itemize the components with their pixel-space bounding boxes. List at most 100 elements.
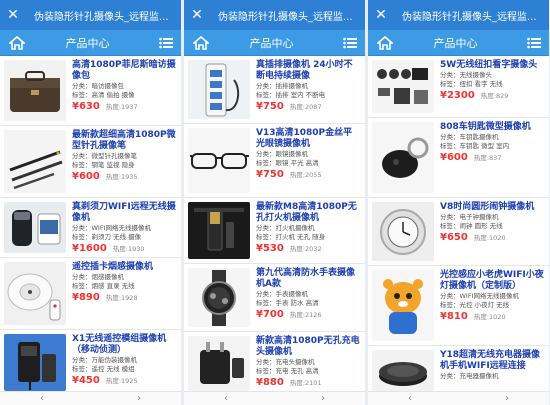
- list-item[interactable]: 最新款M8高清1080P无孔打火机摄像机 分类：打火机摄像机 标签：打火机 无孔…: [184, 198, 365, 264]
- close-icon[interactable]: ✕: [372, 7, 390, 23]
- product-image[interactable]: [188, 268, 250, 327]
- product-image[interactable]: [372, 350, 434, 391]
- product-image[interactable]: [4, 202, 66, 253]
- product-name[interactable]: 808车钥匙微型摄像机: [440, 122, 545, 133]
- menu-icon[interactable]: [341, 32, 359, 54]
- product-name[interactable]: Y18超清无线充电器摄像机手机WIFI远程连接: [440, 350, 545, 372]
- product-category: 分类：WIFI网络无线摄像机: [440, 292, 519, 300]
- menu-icon[interactable]: [525, 32, 543, 54]
- product-price: ¥530: [256, 243, 284, 254]
- list-item[interactable]: 第九代高清防水手表摄像机A款 分类：手表摄像机 标签：手表 防水 高清 ¥700…: [184, 264, 365, 332]
- product-price: ¥450: [72, 375, 100, 386]
- product-name[interactable]: V8时尚圆形闹钟摄像机: [440, 202, 545, 213]
- list-item[interactable]: Y18超清无线充电器摄像机手机WIFI远程连接 分类：充电器摄像机: [368, 346, 549, 396]
- product-image[interactable]: [188, 202, 250, 259]
- list-item[interactable]: X1无线遥控模组摄像机（移动侦测） 分类：万能伪装摄像机 标签：遥控 无线 模组…: [0, 330, 181, 396]
- product-name[interactable]: V13高清1080P金丝平光眼镜摄像机: [256, 128, 361, 150]
- product-category: 分类：充电器摄像机: [440, 372, 499, 380]
- list-item[interactable]: 新款高清1080P无孔充电头摄像机 分类：充电头摄像机 标签：充电 无孔 高清 …: [184, 332, 365, 396]
- browser-titlebar: ✕ 伪装隐形针孔摄像头_远程监...: [368, 0, 549, 30]
- product-tags: 标签：闹钟 圆形 无线: [440, 222, 503, 230]
- menu-icon[interactable]: [157, 32, 175, 54]
- product-tags: 标签：纽扣 看字 无线: [440, 80, 503, 88]
- product-image[interactable]: [188, 336, 250, 391]
- product-price: ¥890: [72, 292, 100, 303]
- product-image[interactable]: [188, 128, 250, 193]
- forward-icon[interactable]: ›: [505, 393, 509, 404]
- window-title: 伪装隐形针孔摄像头_远程监...: [402, 11, 537, 23]
- product-name[interactable]: 第九代高清防水手表摄像机A款: [256, 268, 361, 290]
- list-item[interactable]: 5W无线纽扣看字摄像头 分类：无线摄像头 标签：纽扣 看字 无线 ¥2300 热度…: [368, 56, 549, 118]
- product-image[interactable]: [4, 262, 66, 325]
- product-price: ¥600: [440, 152, 468, 163]
- list-item[interactable]: 最新款超细高清1080P微型针孔摄像笔 分类：微型针孔摄像笔 标签：钢笔 监视 …: [0, 126, 181, 198]
- product-list: 高清1080P菲尼斯暗访摄像包 分类：暗访摄像包 标签：高清 偷拍 摄像 ¥63…: [0, 56, 181, 405]
- product-name[interactable]: 最新款M8高清1080P无孔打火机摄像机: [256, 202, 361, 224]
- back-icon[interactable]: ‹: [40, 393, 44, 404]
- list-item[interactable]: 光控感应小老虎WIFI小夜灯摄像机（定制版） 分类：WIFI网络无线摄像机 标签…: [368, 266, 549, 346]
- forward-icon[interactable]: ›: [137, 393, 141, 404]
- product-name[interactable]: 真剃须刀WIFI远程无线摄像机: [72, 202, 177, 224]
- product-hot: 热度:1928: [105, 294, 138, 302]
- product-price: ¥750: [256, 169, 284, 180]
- product-image[interactable]: [4, 130, 66, 193]
- product-list: 5W无线纽扣看字摄像头 分类：无线摄像头 标签：纽扣 看字 无线 ¥2300 热度…: [368, 56, 549, 405]
- product-tags: 标签：高清 偷拍 摄像: [72, 91, 135, 99]
- forward-icon[interactable]: ›: [321, 393, 325, 404]
- product-category: 分类：暗访摄像包: [72, 82, 124, 90]
- product-price: ¥1600: [72, 243, 107, 254]
- list-item[interactable]: 遥控插卡烟感摄像机 分类：烟感摄像机 标签：烟感 直录 无线 ¥890 热度:19…: [0, 258, 181, 330]
- back-icon[interactable]: ‹: [224, 393, 228, 404]
- product-category: 分类：WIFI网络无线摄像机: [72, 224, 151, 232]
- list-item[interactable]: 高清1080P菲尼斯暗访摄像包 分类：暗访摄像包 标签：高清 偷拍 摄像 ¥63…: [0, 56, 181, 126]
- app-header: 产品中心: [184, 30, 365, 56]
- product-category: 分类：打火机摄像机: [256, 224, 315, 232]
- list-item[interactable]: 808车钥匙微型摄像机 分类：车钥匙摄像机 标签：车钥匙 微型 室内 ¥600 热…: [368, 118, 549, 198]
- product-name[interactable]: 真插排摄像机 24小时不断电持续摄像: [256, 60, 361, 82]
- product-name[interactable]: 遥控插卡烟感摄像机: [72, 262, 177, 273]
- product-hot: 热度:2055: [289, 171, 322, 179]
- product-hot: 热度:1925: [105, 377, 138, 385]
- product-category: 分类：万能伪装摄像机: [72, 356, 137, 364]
- browser-titlebar: ✕ 伪装隐形针孔摄像头_远程监...: [184, 0, 365, 30]
- product-price: ¥880: [256, 377, 284, 388]
- list-item[interactable]: V13高清1080P金丝平光眼镜摄像机 分类：眼镜摄像机 标签：眼镜 平光 高清…: [184, 124, 365, 198]
- product-name[interactable]: 最新款超细高清1080P微型针孔摄像笔: [72, 130, 177, 152]
- close-icon[interactable]: ✕: [188, 7, 206, 23]
- product-name[interactable]: 5W无线纽扣看字摄像头: [440, 60, 545, 71]
- product-tags: 标签：剃须刀 无线 摄像: [72, 233, 142, 241]
- product-price: ¥650: [440, 232, 468, 243]
- product-name[interactable]: X1无线遥控模组摄像机（移动侦测）: [72, 334, 177, 356]
- back-icon[interactable]: ‹: [408, 393, 412, 404]
- product-tags: 标签：充电 无孔 高清: [256, 367, 319, 375]
- product-price: ¥600: [72, 171, 100, 182]
- window-title: 伪装隐形针孔摄像头_远程监...: [34, 11, 169, 23]
- page-title: 产品中心: [249, 36, 294, 50]
- browser-nav-bar: ‹ ›: [0, 391, 181, 405]
- product-tags: 标签：插排 室内 不断电: [256, 91, 326, 99]
- list-item[interactable]: 真剃须刀WIFI远程无线摄像机 分类：WIFI网络无线摄像机 标签：剃须刀 无线…: [0, 198, 181, 258]
- list-item[interactable]: 真插排摄像机 24小时不断电持续摄像 分类：插排摄像机 标签：插排 室内 不断电…: [184, 56, 365, 124]
- product-name[interactable]: 光控感应小老虎WIFI小夜灯摄像机（定制版）: [440, 270, 545, 292]
- product-tags: 标签：光控 小夜灯 无线: [440, 301, 510, 309]
- product-price: ¥630: [72, 101, 100, 112]
- product-category: 分类：眼镜摄像机: [256, 150, 308, 158]
- product-image[interactable]: [372, 122, 434, 193]
- product-name[interactable]: 高清1080P菲尼斯暗访摄像包: [72, 60, 177, 82]
- product-hot: 热度:2101: [289, 379, 322, 387]
- list-item[interactable]: V8时尚圆形闹钟摄像机 分类：电子钟摄像机 标签：闹钟 圆形 无线 ¥650 热度…: [368, 198, 549, 266]
- product-image[interactable]: [372, 202, 434, 261]
- product-name[interactable]: 新款高清1080P无孔充电头摄像机: [256, 336, 361, 358]
- app-header: 产品中心: [368, 30, 549, 56]
- product-tags: 标签：车钥匙 微型 室内: [440, 142, 510, 150]
- product-tags: 标签：遥控 无线 模组: [72, 365, 135, 373]
- product-image[interactable]: [372, 270, 434, 341]
- close-icon[interactable]: ✕: [4, 7, 22, 23]
- product-image[interactable]: [188, 60, 250, 119]
- window-title: 伪装隐形针孔摄像头_远程监...: [218, 11, 353, 23]
- product-image[interactable]: [4, 60, 66, 121]
- product-image[interactable]: [4, 334, 66, 391]
- page-title: 产品中心: [65, 36, 110, 50]
- product-image[interactable]: [372, 60, 434, 113]
- product-hot: 热度:2032: [289, 245, 322, 253]
